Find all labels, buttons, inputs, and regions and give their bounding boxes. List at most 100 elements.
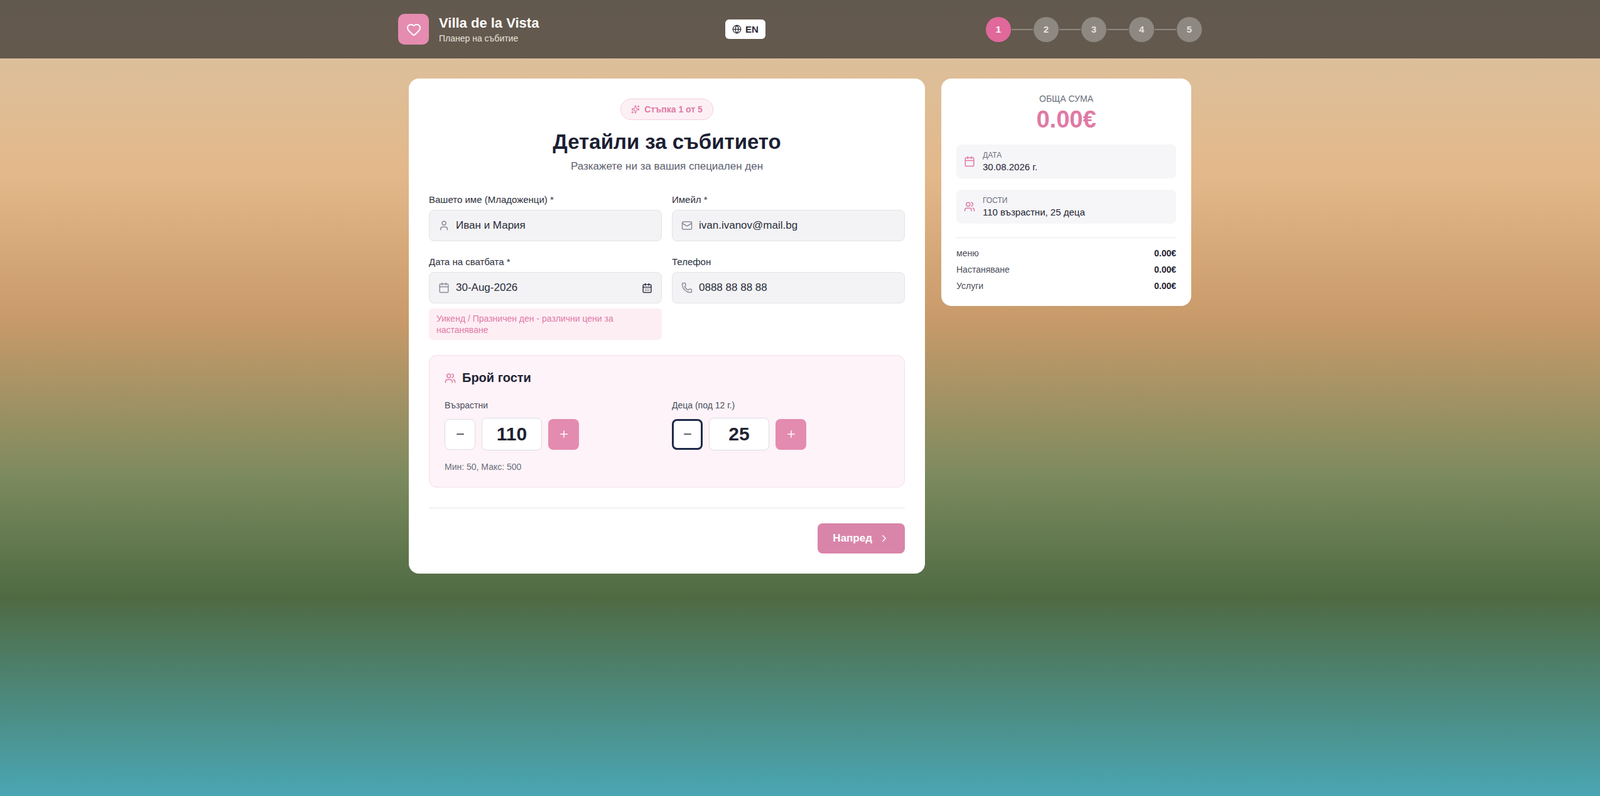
price-amount: 0.00€ xyxy=(1154,280,1177,291)
increment-button[interactable] xyxy=(775,418,807,450)
counter-value[interactable]: 25 xyxy=(708,417,770,451)
field-group: Дата на сватбата * 30-Aug-2026 Уикенд / Пр… xyxy=(428,256,662,340)
top-bar-inner: Villa de la VistaПланер на събитие EN 1234… xyxy=(398,13,1202,45)
decrement-button[interactable] xyxy=(444,418,476,450)
page: Villa de la VistaПланер на събитие EN 1234… xyxy=(0,0,1600,796)
input-value: ivan.ivanov@mail.bg xyxy=(698,219,896,232)
guest-counter: Възрастни 110 xyxy=(444,400,662,451)
counter-value[interactable]: 110 xyxy=(481,417,542,451)
globe-icon xyxy=(732,24,742,34)
heart-icon xyxy=(406,21,422,38)
chevron-right-icon xyxy=(878,532,890,544)
step[interactable]: 4 xyxy=(1129,16,1155,43)
counters-grid: Възрастни 110 Деца (под 12 г.) 25 xyxy=(444,400,890,451)
price-label: Настаняване xyxy=(956,264,1010,275)
summary-divider xyxy=(956,237,1177,238)
name-input[interactable]: Иван и Мария xyxy=(428,209,662,242)
main: Стъпка 1 от 5 Детайли за събитието Разкаже… xyxy=(0,78,1600,574)
guest-counter: Деца (под 12 г.) 25 xyxy=(671,400,890,451)
card-subtitle: Разкажете ни за вашия специален ден xyxy=(428,160,905,173)
summary-info: ДАТА30.08.2026 г. ГОСТИ110 възрастни, 25 … xyxy=(956,144,1177,224)
info-text: ГОСТИ110 възрастни, 25 деца xyxy=(982,195,1086,218)
brand[interactable]: Villa de la VistaПланер на събитие xyxy=(398,13,726,45)
badge-row: Стъпка 1 от 5 xyxy=(428,98,905,120)
price-line: Настаняване 0.00€ xyxy=(956,264,1177,275)
price-amount: 0.00€ xyxy=(1154,264,1177,275)
field-group: Вашето име (Младоженци) * Иван и Мария xyxy=(428,194,662,242)
guests-box: Брой гости Възрастни 110 Деца (под 12 г.) 25… xyxy=(428,354,905,488)
field-label: Телефон xyxy=(671,256,905,267)
phone-icon xyxy=(681,281,693,294)
step[interactable]: 2 xyxy=(1033,16,1059,43)
next-button[interactable]: Напред xyxy=(817,523,905,554)
guests-title: Брой гости xyxy=(444,370,890,385)
phone-input[interactable]: 0888 88 88 88 xyxy=(671,271,905,304)
price-line: меню 0.00€ xyxy=(956,248,1177,259)
step[interactable]: 1 xyxy=(985,16,1011,43)
guests-hint: Мин: 50, Макс: 500 xyxy=(444,461,890,472)
step-badge: Стъпка 1 от 5 xyxy=(620,98,714,120)
info-label: ГОСТИ xyxy=(982,195,1086,205)
input-value: 0888 88 88 88 xyxy=(698,281,896,294)
email-input[interactable]: ivan.ivanov@mail.bg xyxy=(671,209,905,242)
brand-subtitle: Планер на събитие xyxy=(438,33,539,44)
mail-icon xyxy=(681,219,693,232)
brand-title: Villa de la Vista xyxy=(438,15,539,32)
logo xyxy=(398,13,429,45)
user-icon xyxy=(438,219,450,232)
field-label: Имейл * xyxy=(671,194,905,205)
plus-icon xyxy=(558,428,570,440)
price-label: меню xyxy=(956,248,979,259)
total-label: ОБЩА СУМА xyxy=(956,93,1177,104)
minus-icon xyxy=(454,428,466,440)
event-details-card: Стъпка 1 от 5 Детайли за събитието Разкаже… xyxy=(408,78,925,574)
counter-label: Деца (под 12 г.) xyxy=(671,400,890,411)
summary-card: ОБЩА СУМА 0.00€ ДАТА30.08.2026 г. ГОСТИ110 … xyxy=(941,78,1192,306)
step-connector xyxy=(1011,28,1033,31)
total-value: 0.00€ xyxy=(956,106,1177,134)
plus-icon xyxy=(785,428,797,440)
minus-icon xyxy=(681,428,694,440)
step[interactable]: 3 xyxy=(1081,16,1107,43)
card-title: Детайли за събитието xyxy=(428,129,905,154)
date-input[interactable]: 30-Aug-2026 xyxy=(428,271,662,304)
input-value: 30-Aug-2026 xyxy=(455,281,636,294)
guests-info: ГОСТИ110 възрастни, 25 деца xyxy=(956,189,1177,224)
step-connector xyxy=(1154,28,1177,31)
decrement-button[interactable] xyxy=(671,418,703,450)
field-group: Имейл * ivan.ivanov@mail.bg xyxy=(671,194,905,242)
calendar-icon xyxy=(963,155,976,168)
card-footer: Напред xyxy=(428,523,905,554)
increment-button[interactable] xyxy=(548,418,579,450)
date-warning: Уикенд / Празничен ден - различни цени з… xyxy=(428,308,662,340)
brand-text: Villa de la VistaПланер на събитие xyxy=(438,15,539,44)
users-icon xyxy=(963,200,976,213)
stepper: 12345 xyxy=(985,16,1202,43)
language-button[interactable]: EN xyxy=(725,19,766,39)
field-group: Телефон 0888 88 88 88 xyxy=(671,256,905,340)
top-bar: Villa de la VistaПланер на събитие EN 1234… xyxy=(0,0,1600,59)
step-connector xyxy=(1107,28,1129,31)
divider xyxy=(428,507,905,509)
fields-grid: Вашето име (Младоженци) * Иван и Мария Име… xyxy=(428,194,905,340)
counter-row: 110 xyxy=(444,417,662,451)
counter-row: 25 xyxy=(671,417,890,451)
date-picker-icon[interactable] xyxy=(641,282,653,294)
input-value: Иван и Мария xyxy=(455,219,653,232)
price-lines: меню 0.00€ Настаняване 0.00€ Услуги 0.00€ xyxy=(956,248,1177,291)
step[interactable]: 5 xyxy=(1176,16,1202,43)
price-amount: 0.00€ xyxy=(1154,248,1177,259)
field-label: Дата на сватбата * xyxy=(428,256,662,267)
info-value: 110 възрастни, 25 деца xyxy=(982,206,1086,218)
date-info: ДАТА30.08.2026 г. xyxy=(956,144,1177,179)
price-line: Услуги 0.00€ xyxy=(956,280,1177,291)
calendar-icon xyxy=(438,281,450,294)
info-label: ДАТА xyxy=(982,150,1038,160)
counter-label: Възрастни xyxy=(444,400,662,411)
sparkles-icon xyxy=(631,104,640,114)
step-connector xyxy=(1059,28,1081,31)
info-text: ДАТА30.08.2026 г. xyxy=(982,150,1038,173)
field-label: Вашето име (Младоженци) * xyxy=(428,194,662,205)
price-label: Услуги xyxy=(956,280,984,291)
users-icon xyxy=(444,372,456,384)
